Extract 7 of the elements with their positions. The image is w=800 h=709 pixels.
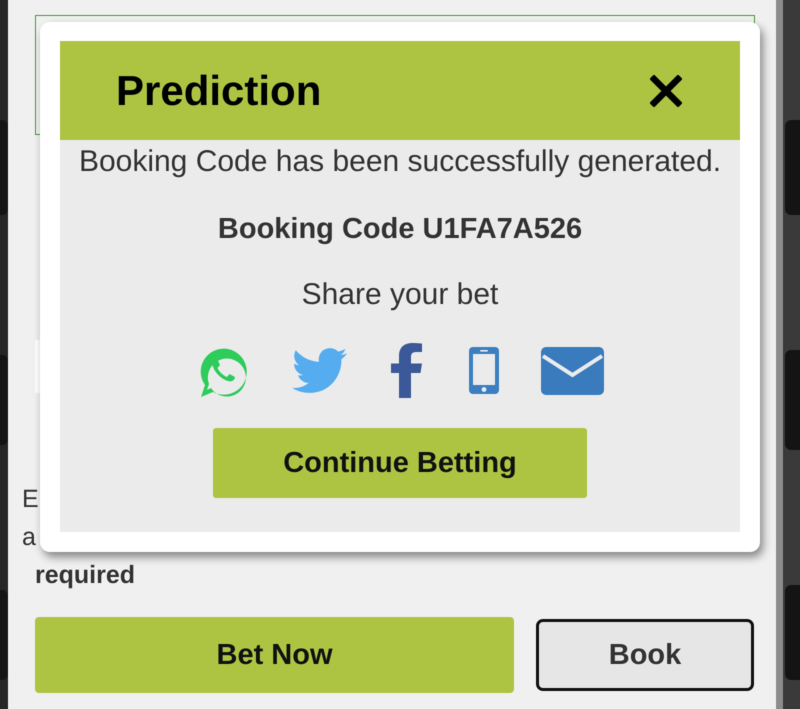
note-text: E — [22, 484, 39, 515]
share-label: Share your bet — [302, 277, 498, 313]
required-note: required — [35, 560, 136, 591]
dialog-title: Prediction — [116, 66, 322, 114]
note-text: a — [22, 522, 36, 553]
success-message: Booking Code has been successfully generated. — [78, 144, 722, 180]
booking-code: Booking Code U1FA7A526 — [218, 212, 582, 247]
